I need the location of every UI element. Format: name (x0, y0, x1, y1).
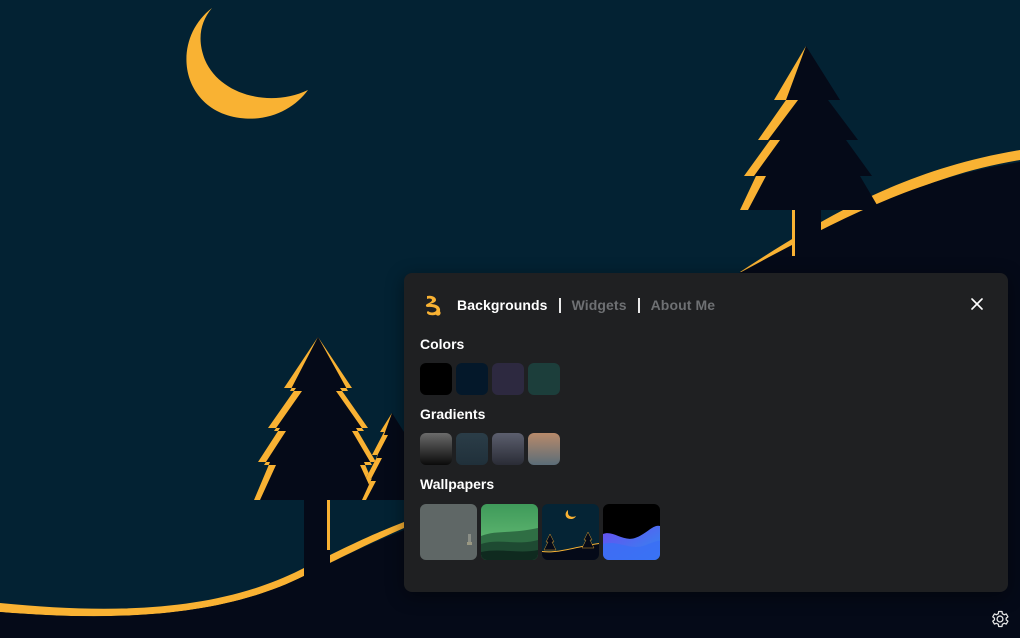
wallpaper-thumb-gray-misty[interactable] (420, 504, 477, 560)
wallpaper-thumb-blue-waves[interactable] (603, 504, 660, 560)
color-swatch-navy[interactable] (456, 363, 488, 395)
wallpaper-thumb-night-forest[interactable] (542, 504, 599, 560)
tab-about-me[interactable]: About Me (651, 297, 716, 313)
gradient-swatch-dusk[interactable] (492, 433, 524, 465)
color-swatch-teal[interactable] (528, 363, 560, 395)
wallpaper-thumb-green-hills[interactable] (481, 504, 538, 560)
panel-tabs: Backgrounds Widgets About Me (420, 292, 715, 318)
gradient-swatch-gray[interactable] (420, 433, 452, 465)
gradient-swatches (420, 433, 564, 465)
gradient-swatch-sunset[interactable] (528, 433, 560, 465)
tab-widgets[interactable]: Widgets (572, 297, 627, 313)
color-swatch-purple[interactable] (492, 363, 524, 395)
gear-icon (992, 610, 1009, 628)
wallpaper-thumbnails (420, 504, 664, 560)
tab-backgrounds[interactable]: Backgrounds (457, 297, 548, 313)
close-button[interactable] (968, 295, 986, 313)
close-icon (971, 298, 983, 310)
gradients-heading: Gradients (420, 406, 486, 422)
gradient-swatch-slate[interactable] (456, 433, 488, 465)
settings-button[interactable] (990, 609, 1010, 629)
tab-divider (637, 297, 640, 313)
tab-divider (558, 297, 561, 313)
color-swatches (420, 363, 564, 395)
wallpapers-heading: Wallpapers (420, 476, 495, 492)
color-swatch-black[interactable] (420, 363, 452, 395)
logo-icon (420, 292, 446, 318)
colors-heading: Colors (420, 336, 465, 352)
desktop-background: Backgrounds Widgets About Me Colors Grad… (0, 0, 1020, 638)
backgrounds-panel: Backgrounds Widgets About Me Colors Grad… (404, 273, 1008, 592)
